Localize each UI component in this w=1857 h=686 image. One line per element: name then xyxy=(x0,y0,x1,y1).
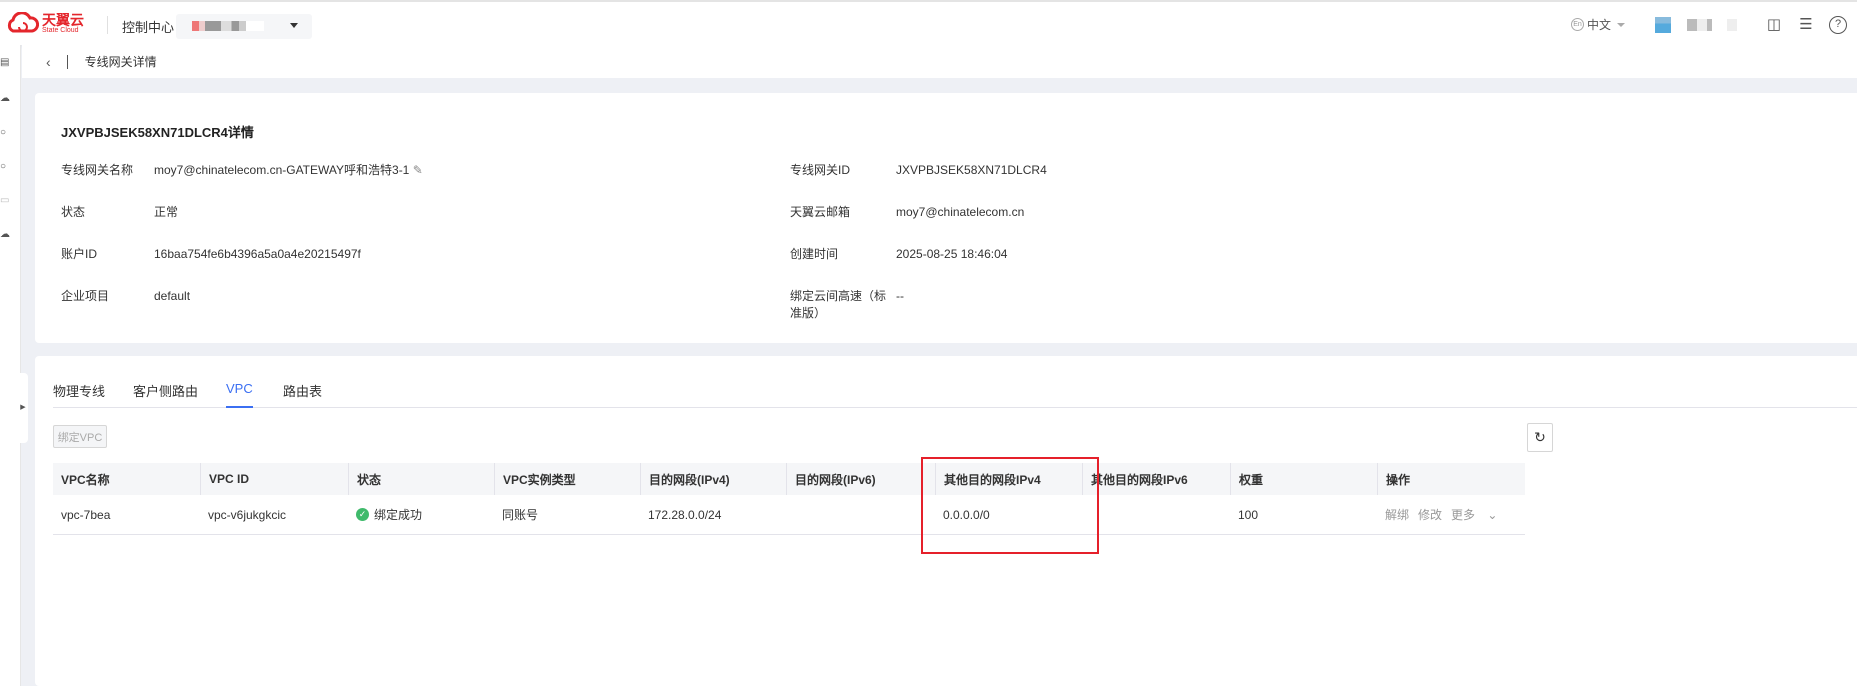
console-link[interactable]: 控制中心 xyxy=(122,17,174,36)
caret-down-icon xyxy=(1617,22,1625,31)
instance-type: 同账号 xyxy=(502,508,539,522)
field-value: 2025-08-25 18:46:04 xyxy=(896,247,1008,261)
back-icon[interactable]: ‹ xyxy=(46,54,51,70)
check-circle-icon: ✓ xyxy=(356,508,369,521)
region-selector[interactable] xyxy=(176,14,312,39)
field-label: 天翼云邮箱 xyxy=(790,205,851,219)
redacted-username[interactable] xyxy=(1687,18,1737,31)
vpc-table: VPC名称 VPC ID 状态 VPC实例类型 目的网段(IPv4) 目的网段(… xyxy=(53,463,1525,535)
field-label: 创建时间 xyxy=(790,247,839,261)
field-label: 状态 xyxy=(61,205,86,219)
settings-sliders-icon[interactable]: ☰ xyxy=(1797,16,1815,34)
dest-ipv4: 172.28.0.0/24 xyxy=(648,507,722,522)
redacted-region xyxy=(192,21,264,31)
column-header: VPC名称 xyxy=(61,472,110,487)
table-header: VPC名称 VPC ID 状态 VPC实例类型 目的网段(IPv4) 目的网段(… xyxy=(53,463,1525,495)
annotation-highlight-box xyxy=(921,457,1099,554)
caret-down-icon xyxy=(290,23,298,32)
bind-vpc-button[interactable]: 绑定VPC xyxy=(53,425,107,448)
chevron-down-icon: ⌄ xyxy=(1487,508,1498,522)
vpc-id: vpc-v6jukgkcic xyxy=(208,507,287,522)
top-header: 天翼云 State Cloud 控制中心 En 中文 ◫ ☰ ? xyxy=(0,0,1857,45)
logo-subtext: State Cloud xyxy=(42,26,79,34)
column-header: VPC实例类型 xyxy=(494,463,576,495)
field-label: 专线网关ID xyxy=(790,163,851,177)
language-switcher[interactable]: En 中文 xyxy=(1570,16,1625,33)
weight: 100 xyxy=(1238,507,1259,522)
dest-ipv6 xyxy=(786,495,794,534)
message-icon[interactable]: ◫ xyxy=(1765,16,1783,34)
column-header: 目的网段(IPv4) xyxy=(640,463,730,495)
tab-bar: 物理专线 客户侧路由 VPC 路由表 xyxy=(53,374,1857,408)
tab-customer-route[interactable]: 客户侧路由 xyxy=(133,381,198,400)
field-label: 专线网关名称 xyxy=(61,163,134,177)
column-header: 操作 xyxy=(1377,463,1410,495)
field-label: 账户ID xyxy=(61,247,98,261)
column-header: 状态 xyxy=(348,463,381,495)
field-value: moy7@chinatelecom.cn xyxy=(896,205,1025,219)
page-title: 专线网关详情 xyxy=(84,55,157,69)
language-icon: En xyxy=(1570,18,1584,31)
unbind-link[interactable]: 解绑 xyxy=(1385,506,1409,523)
edit-icon[interactable]: ✎ xyxy=(413,163,423,177)
breadcrumb: ‹ 专线网关详情 xyxy=(22,45,1857,78)
avatar[interactable] xyxy=(1655,16,1671,33)
field-value: JXVPBJSEK58XN71DLCR4 xyxy=(896,163,1047,177)
column-header: 权重 xyxy=(1230,463,1263,495)
column-header: 目的网段(IPv6) xyxy=(786,463,876,495)
tab-physical-line[interactable]: 物理专线 xyxy=(53,381,105,400)
help-icon[interactable]: ? xyxy=(1829,15,1847,34)
actions: 解绑 修改 更多 ⌄ xyxy=(1377,495,1515,534)
table-row: vpc-7bea vpc-v6jukgkcic ✓ 绑定成功 同账号 172.28… xyxy=(53,495,1525,535)
field-value: default xyxy=(154,289,191,303)
state-cloud-logo[interactable]: 天翼云 State Cloud xyxy=(5,12,84,34)
field-label: 企业项目 xyxy=(61,289,110,303)
sidebar-expand-handle[interactable]: ▶ xyxy=(18,373,28,443)
sidebar-icon[interactable]: ▤ xyxy=(0,57,9,68)
cloud-icon[interactable]: ☁ xyxy=(0,229,10,240)
link-icon[interactable]: ○ xyxy=(0,161,6,172)
sidebar: ▤ ☁ ○ ○ ▭ ☁ xyxy=(0,45,21,686)
status-text: 绑定成功 xyxy=(374,508,423,522)
gateway-name-value: moy7@chinatelecom.cn-GATEWAY呼和浩特3-1 ✎ xyxy=(154,163,423,177)
more-dropdown[interactable]: 更多 ⌄ xyxy=(1451,506,1506,523)
link-icon[interactable]: ○ xyxy=(0,127,6,138)
refresh-icon[interactable]: ↻ xyxy=(1527,423,1553,452)
divider xyxy=(66,54,68,69)
field-value: 16baa754fe6b4396a5a0a4e20215497f xyxy=(154,247,361,261)
column-header: VPC ID xyxy=(200,463,249,495)
detail-title: JXVPBJSEK58XN71DLCR4详情 xyxy=(61,125,254,140)
status-badge: ✓ 绑定成功 xyxy=(348,495,422,534)
field-value: -- xyxy=(896,289,904,303)
modify-link[interactable]: 修改 xyxy=(1418,506,1442,523)
tab-vpc[interactable]: VPC xyxy=(226,381,253,408)
language-label: 中文 xyxy=(1586,18,1611,32)
document-icon[interactable]: ▭ xyxy=(0,195,9,206)
vpc-name: vpc-7bea xyxy=(61,507,111,522)
cloud-icon[interactable]: ☁ xyxy=(0,93,10,104)
field-label: 绑定云间高速（标准版） xyxy=(790,289,887,320)
cloud-logo-icon xyxy=(7,12,39,33)
logo-text: 天翼云 xyxy=(42,11,84,28)
field-value: 正常 xyxy=(154,205,179,219)
detail-card: JXVPBJSEK58XN71DLCR4详情 专线网关名称 moy7@china… xyxy=(35,93,1857,343)
more-label: 更多 xyxy=(1451,508,1476,522)
tab-route-table[interactable]: 路由表 xyxy=(283,381,322,400)
divider xyxy=(107,16,108,34)
